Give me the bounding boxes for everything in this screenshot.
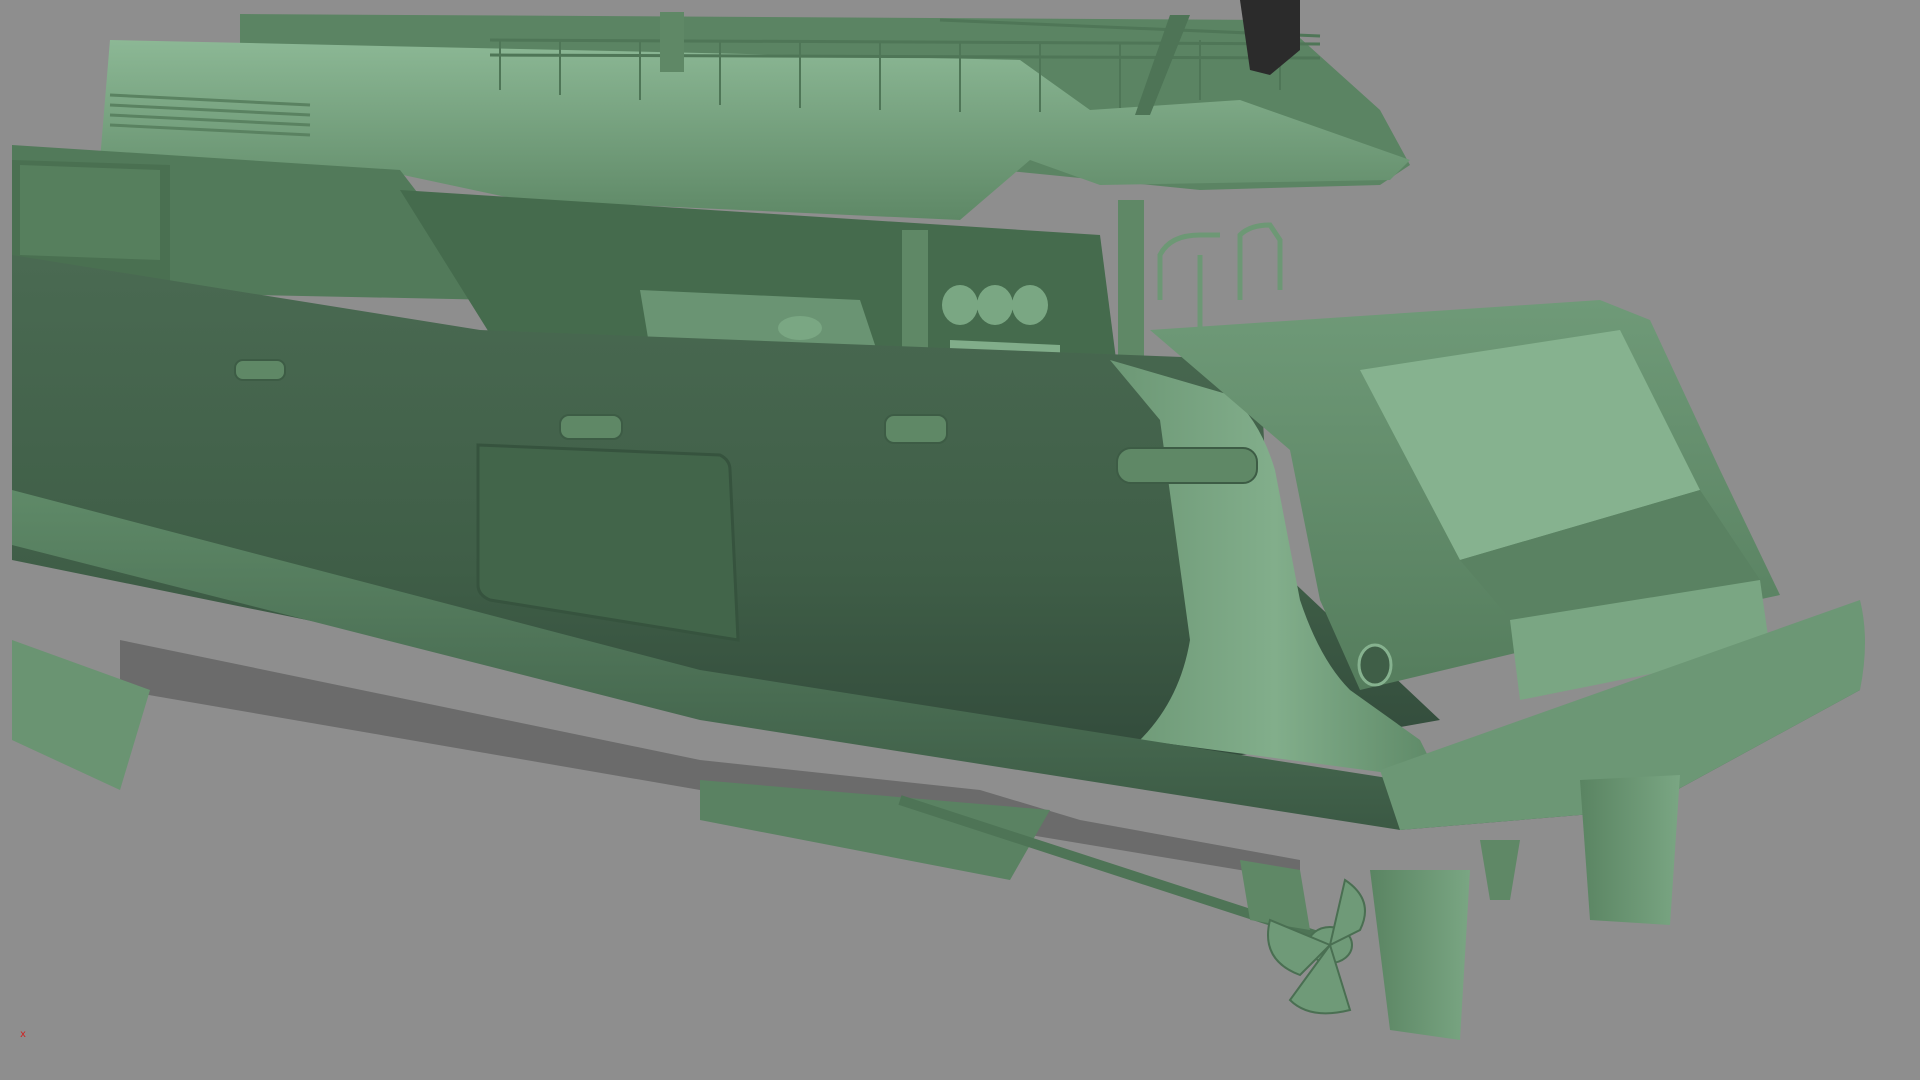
propeller-shaft-strut bbox=[1240, 860, 1310, 930]
3d-viewport[interactable]: x bbox=[0, 0, 1920, 1080]
boarding-ladder bbox=[1157, 222, 1283, 330]
rudder-stock bbox=[1480, 840, 1520, 900]
yacht-model-render[interactable] bbox=[0, 0, 1920, 1080]
rudder bbox=[1580, 775, 1680, 925]
hull-porthole bbox=[1116, 447, 1258, 484]
hull-porthole bbox=[559, 414, 623, 440]
hull-porthole bbox=[884, 414, 948, 444]
window-panel bbox=[20, 165, 160, 260]
rudder bbox=[1370, 870, 1470, 1040]
viewport-axis-label: x bbox=[20, 1029, 27, 1040]
hull-porthole bbox=[234, 359, 286, 381]
support-pillar bbox=[660, 12, 684, 72]
support-pillar bbox=[1118, 200, 1144, 370]
exhaust-port bbox=[1357, 643, 1393, 687]
